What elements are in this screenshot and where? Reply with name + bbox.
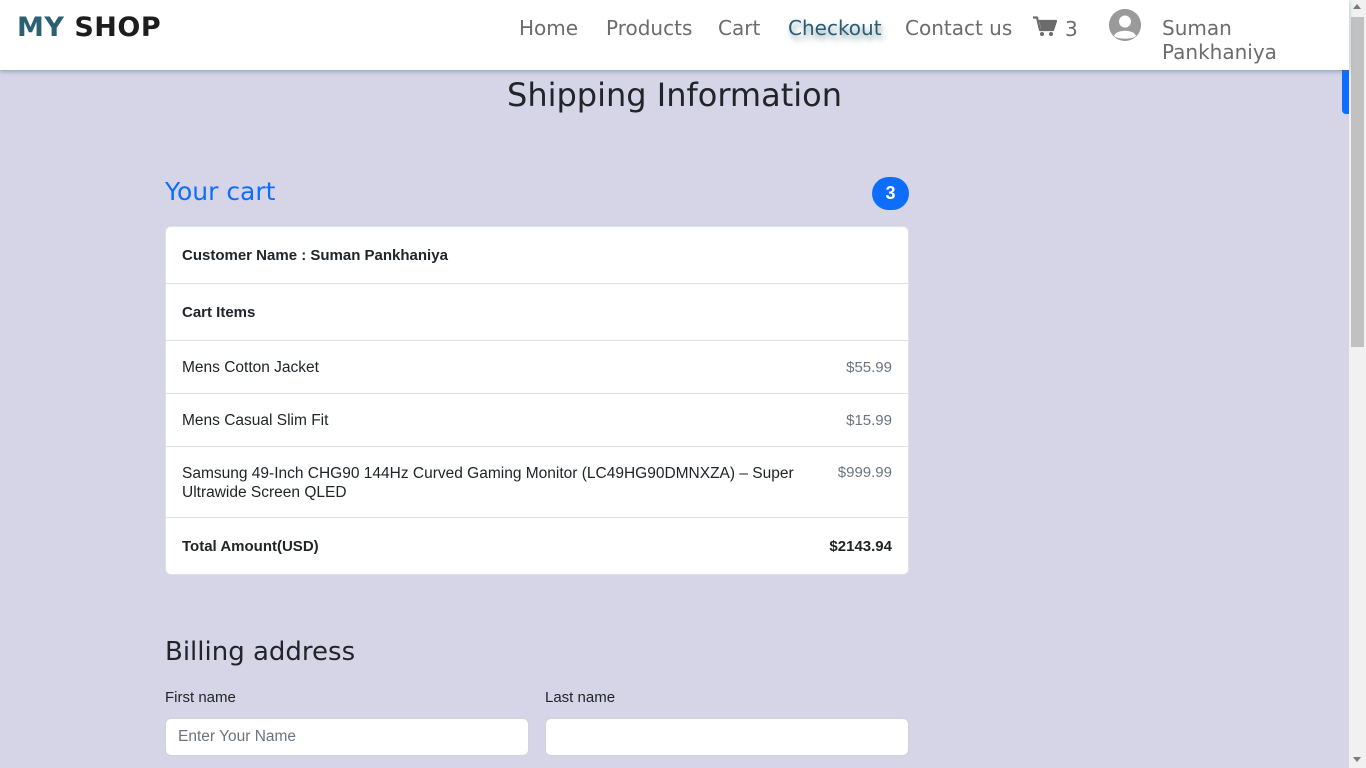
scroll-down-arrow-icon[interactable] bbox=[1353, 757, 1361, 762]
cart-heading: Your cart bbox=[165, 177, 276, 206]
list-item: Mens Cotton Jacket $55.99 bbox=[166, 341, 908, 394]
cart-items-header: Cart Items bbox=[182, 303, 256, 321]
nav-products[interactable]: Products bbox=[606, 16, 692, 40]
nav-cart-counter[interactable]: 3 bbox=[1033, 16, 1078, 42]
scroll-up-arrow-icon[interactable] bbox=[1353, 4, 1361, 9]
shopping-cart-icon bbox=[1033, 16, 1058, 42]
cart-list: Customer Name : Suman Pankhaniya Cart It… bbox=[165, 226, 909, 575]
last-name-label: Last name bbox=[545, 689, 616, 706]
total-row: Total Amount(USD) $2143.94 bbox=[166, 518, 908, 574]
billing-address-title: Billing address bbox=[165, 637, 356, 667]
brand-my: MY bbox=[17, 12, 65, 43]
cart-items-header-row: Cart Items bbox=[166, 284, 908, 341]
item-name: Mens Cotton Jacket bbox=[182, 358, 319, 376]
customer-name: Customer Name : Suman Pankhaniya bbox=[182, 246, 448, 264]
navbar: MY SHOP Home Products Cart Checkout Cont… bbox=[0, 0, 1349, 70]
item-name: Mens Casual Slim Fit bbox=[182, 411, 329, 429]
item-price: $999.99 bbox=[837, 464, 892, 481]
nav-cart[interactable]: Cart bbox=[718, 16, 760, 40]
total-value: $2143.94 bbox=[829, 537, 892, 555]
nav-checkout[interactable]: Checkout bbox=[788, 16, 882, 40]
brand-logo[interactable]: MY SHOP bbox=[17, 12, 161, 43]
cart-count: 3 bbox=[1065, 17, 1078, 41]
item-name: Samsung 49-Inch CHG90 144Hz Curved Gamin… bbox=[182, 465, 794, 501]
brand-shop: SHOP bbox=[74, 12, 162, 43]
customer-name-row: Customer Name : Suman Pankhaniya bbox=[166, 227, 908, 284]
item-price: $15.99 bbox=[846, 411, 892, 429]
list-item: Samsung 49-Inch CHG90 144Hz Curved Gamin… bbox=[166, 447, 908, 518]
user-name[interactable]: Suman Pankhaniya bbox=[1162, 16, 1349, 64]
last-name-field[interactable] bbox=[545, 718, 909, 756]
first-name-label: First name bbox=[165, 689, 236, 706]
user-avatar-icon[interactable] bbox=[1109, 9, 1141, 41]
page-title: Shipping Information bbox=[507, 76, 842, 114]
item-price: $55.99 bbox=[846, 358, 892, 376]
nav-home[interactable]: Home bbox=[519, 16, 578, 40]
cart-count-badge: 3 bbox=[872, 177, 909, 210]
first-name-field[interactable] bbox=[165, 718, 529, 756]
nav-contact-us[interactable]: Contact us bbox=[905, 16, 1012, 40]
scrollbar-thumb[interactable] bbox=[1351, 17, 1364, 347]
total-label: Total Amount(USD) bbox=[182, 537, 319, 555]
list-item: Mens Casual Slim Fit $15.99 bbox=[166, 394, 908, 447]
